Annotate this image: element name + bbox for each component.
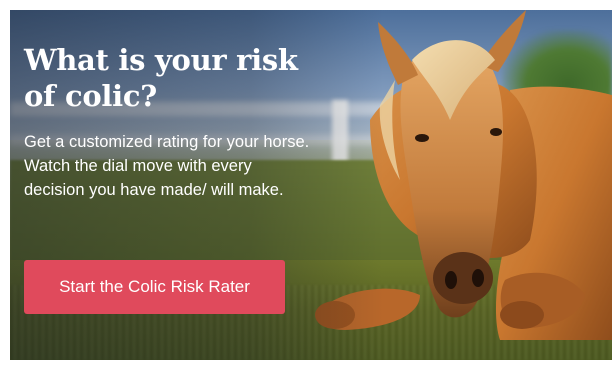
description: Get a customized rating for your horse. … <box>24 133 310 199</box>
headline: What is your risk of colic? <box>24 43 298 113</box>
start-colic-risk-rater-button[interactable]: Start the Colic Risk Rater <box>24 260 285 314</box>
colic-risk-banner: What is your risk of colic? Get a custom… <box>10 10 612 360</box>
